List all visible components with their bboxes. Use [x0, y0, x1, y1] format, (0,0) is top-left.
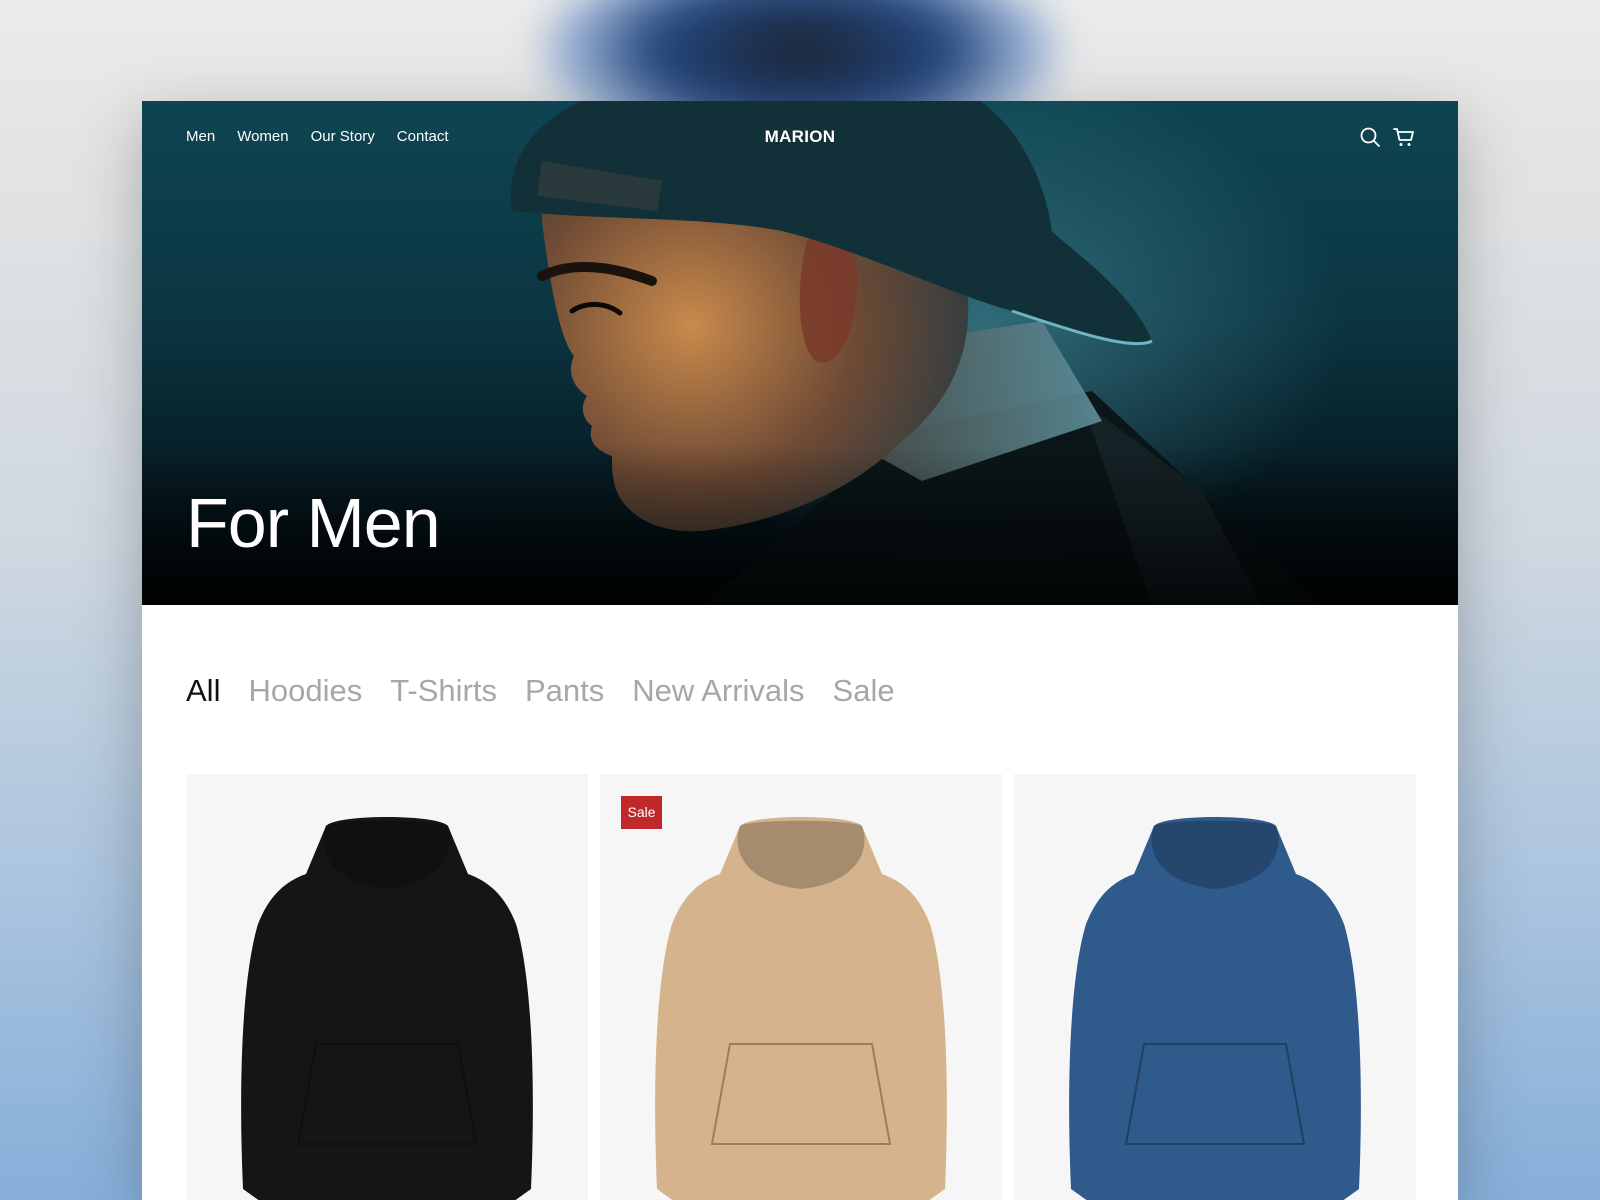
browser-window: Men Women Our Story Contact MARION For M…	[142, 101, 1458, 1200]
sale-badge: Sale	[621, 796, 662, 829]
category-tabs: All Hoodies T-Shirts Pants New Arrivals …	[186, 673, 895, 709]
cart-icon[interactable]	[1392, 125, 1416, 149]
blue-hoodie-image	[1069, 817, 1361, 1200]
beige-hoodie-image	[655, 817, 947, 1200]
header-actions	[1358, 125, 1416, 149]
product-card[interactable]: Sale	[600, 774, 1002, 1200]
tab-t-shirts[interactable]: T-Shirts	[390, 673, 497, 709]
hero-banner: Men Women Our Story Contact MARION For M…	[142, 101, 1458, 605]
tab-sale[interactable]: Sale	[833, 673, 895, 709]
tab-hoodies[interactable]: Hoodies	[248, 673, 362, 709]
search-icon[interactable]	[1358, 125, 1382, 149]
product-card[interactable]	[1014, 774, 1416, 1200]
tab-new-arrivals[interactable]: New Arrivals	[632, 673, 804, 709]
hero-title: For Men	[186, 484, 441, 562]
product-card[interactable]	[186, 774, 588, 1200]
product-grid: Sale	[186, 774, 1416, 1200]
tab-pants[interactable]: Pants	[525, 673, 604, 709]
brand-logo[interactable]: MARION	[142, 127, 1458, 147]
black-hoodie-image	[241, 817, 533, 1200]
tab-all[interactable]: All	[186, 673, 220, 709]
